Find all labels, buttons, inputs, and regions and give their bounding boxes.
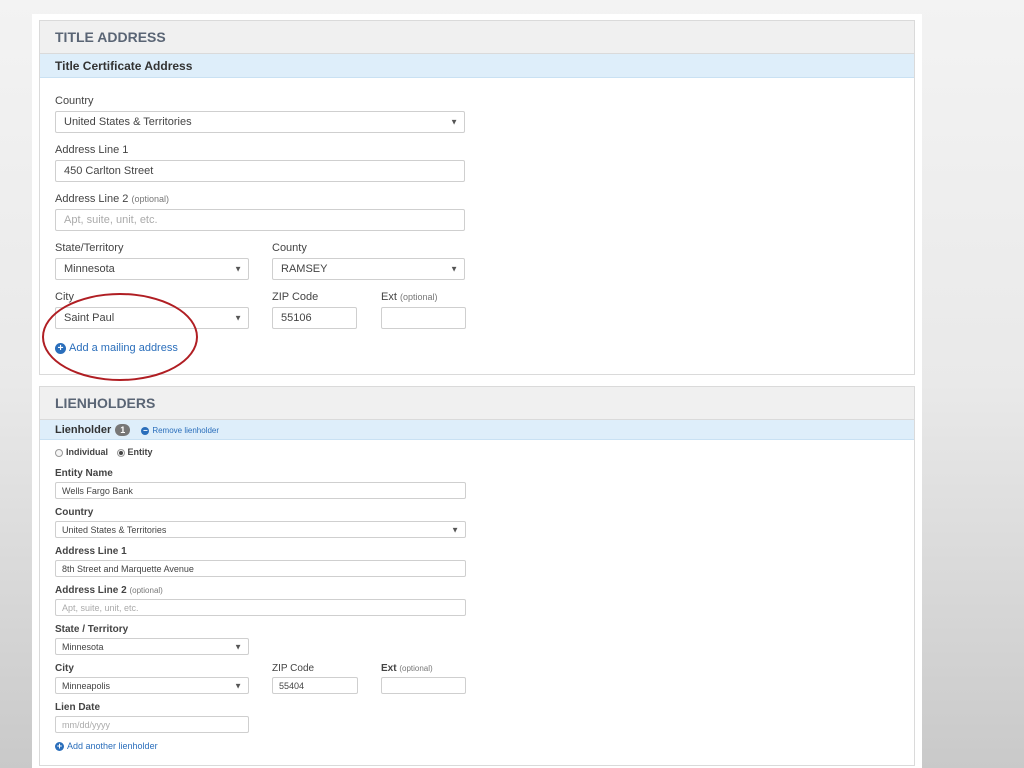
lien-country-value: United States & Territories <box>62 524 167 535</box>
lien-zip-input[interactable]: 55404 <box>272 677 358 694</box>
remove-lienholder-link[interactable]: − Remove lienholder <box>141 426 219 435</box>
lienholders-heading: LIENHOLDERS <box>40 387 914 420</box>
title-address-panel: TITLE ADDRESS Title Certificate Address … <box>39 20 915 375</box>
country-select-value: United States & Territories <box>64 116 192 128</box>
lien-state-value: Minnesota <box>62 641 104 652</box>
lien-date-input[interactable]: mm/dd/yyyy <box>55 716 249 733</box>
entity-name-value: Wells Fargo Bank <box>62 485 133 496</box>
radio-entity-circle <box>116 448 125 457</box>
radio-individual-circle <box>55 448 63 457</box>
optional-tag: (optional) <box>129 586 163 595</box>
radio-entity-label: Entity <box>127 447 153 457</box>
title-certificate-subheading: Title Certificate Address <box>40 54 914 78</box>
city-select-value: Saint Paul <box>64 312 115 324</box>
county-select[interactable]: RAMSEY ▼ <box>272 258 465 280</box>
city-select[interactable]: Saint Paul ▼ <box>55 307 249 329</box>
type-radio-group: Individual Entity <box>55 447 153 457</box>
country-label: Country <box>55 95 94 107</box>
lien-date-label: Lien Date <box>55 702 101 713</box>
lien-address2-label: Address Line 2 (optional) <box>55 585 163 596</box>
lien-country-label: Country <box>55 507 94 518</box>
lien-zip-label: ZIP Code <box>272 663 315 674</box>
lien-zip-value: 55404 <box>279 680 305 691</box>
add-mailing-address-link[interactable]: + Add a mailing address <box>55 342 178 354</box>
address-line2-label: Address Line 2 (optional) <box>55 193 169 205</box>
address-line2-input[interactable]: Apt, suite, unit, etc. <box>55 209 465 231</box>
lien-ext-label-text: Ext <box>381 663 397 674</box>
lienholder-count-badge: 1 <box>115 424 131 437</box>
address-line1-value: 450 Carlton Street <box>64 165 154 177</box>
lien-state-label: State / Territory <box>55 624 129 635</box>
lien-country-select[interactable]: United States & Territories ▼ <box>55 521 466 538</box>
lien-date-placeholder: mm/dd/yyyy <box>62 719 111 730</box>
lien-ext-label: Ext (optional) <box>381 663 433 674</box>
address-line2-label-text: Address Line 2 <box>55 193 129 205</box>
lienholder-label: Lienholder <box>55 424 112 436</box>
remove-lienholder-text: Remove lienholder <box>152 426 220 435</box>
state-select[interactable]: Minnesota ▼ <box>55 258 249 280</box>
county-select-value: RAMSEY <box>281 263 328 275</box>
lien-address2-input[interactable]: Apt, suite, unit, etc. <box>55 599 466 616</box>
address-line1-input[interactable]: 450 Carlton Street <box>55 160 465 182</box>
add-mailing-address-text: Add a mailing address <box>69 342 178 354</box>
caret-down-icon: ▼ <box>451 525 459 534</box>
optional-tag: (optional) <box>131 194 169 204</box>
lien-city-value: Minneapolis <box>62 680 111 691</box>
ext-input[interactable] <box>381 307 466 329</box>
lien-ext-input[interactable] <box>381 677 466 694</box>
state-select-value: Minnesota <box>64 263 115 275</box>
radio-individual[interactable]: Individual <box>55 447 108 457</box>
country-select[interactable]: United States & Territories ▼ <box>55 111 465 133</box>
radio-entity[interactable]: Entity <box>116 447 153 457</box>
county-label: County <box>272 242 307 254</box>
ext-label-text: Ext <box>381 291 397 303</box>
zip-value: 55106 <box>281 312 312 324</box>
lien-address1-value: 8th Street and Marquette Avenue <box>62 563 194 574</box>
page-container: TITLE ADDRESS Title Certificate Address … <box>32 14 922 768</box>
minus-circle-icon: − <box>141 426 150 435</box>
plus-circle-icon: + <box>55 740 64 751</box>
lien-city-select[interactable]: Minneapolis ▼ <box>55 677 249 694</box>
address-line2-placeholder: Apt, suite, unit, etc. <box>64 214 158 226</box>
lien-address2-placeholder: Apt, suite, unit, etc. <box>62 602 139 613</box>
lien-address2-label-text: Address Line 2 <box>55 585 127 596</box>
title-address-heading: TITLE ADDRESS <box>40 21 914 54</box>
lien-address1-label: Address Line 1 <box>55 546 127 557</box>
address-line1-label: Address Line 1 <box>55 144 129 156</box>
caret-down-icon: ▼ <box>234 313 242 323</box>
caret-down-icon: ▼ <box>234 642 242 651</box>
entity-name-label: Entity Name <box>55 468 113 479</box>
lien-address1-input[interactable]: 8th Street and Marquette Avenue <box>55 560 466 577</box>
caret-down-icon: ▼ <box>450 117 458 127</box>
state-label: State/Territory <box>55 242 124 254</box>
caret-down-icon: ▼ <box>234 264 242 274</box>
lien-state-select[interactable]: Minnesota ▼ <box>55 638 249 655</box>
optional-tag: (optional) <box>399 664 433 673</box>
zip-label: ZIP Code <box>272 291 319 303</box>
caret-down-icon: ▼ <box>234 681 242 690</box>
city-label: City <box>55 291 74 303</box>
zip-input[interactable]: 55106 <box>272 307 357 329</box>
optional-tag: (optional) <box>399 292 438 302</box>
lien-city-label: City <box>55 663 74 674</box>
caret-down-icon: ▼ <box>450 264 458 274</box>
add-another-lienholder-text: Add another lienholder <box>67 741 158 751</box>
radio-individual-label: Individual <box>66 447 109 457</box>
lienholders-panel: LIENHOLDERS Lienholder 1 − Remove lienhold… <box>39 386 915 766</box>
add-another-lienholder-link[interactable]: + Add another lienholder <box>55 741 158 751</box>
plus-circle-icon: + <box>55 342 66 354</box>
ext-label: Ext (optional) <box>381 291 438 303</box>
lienholder-subheading: Lienholder 1 − Remove lienholder <box>40 420 914 440</box>
entity-name-input[interactable]: Wells Fargo Bank <box>55 482 466 499</box>
